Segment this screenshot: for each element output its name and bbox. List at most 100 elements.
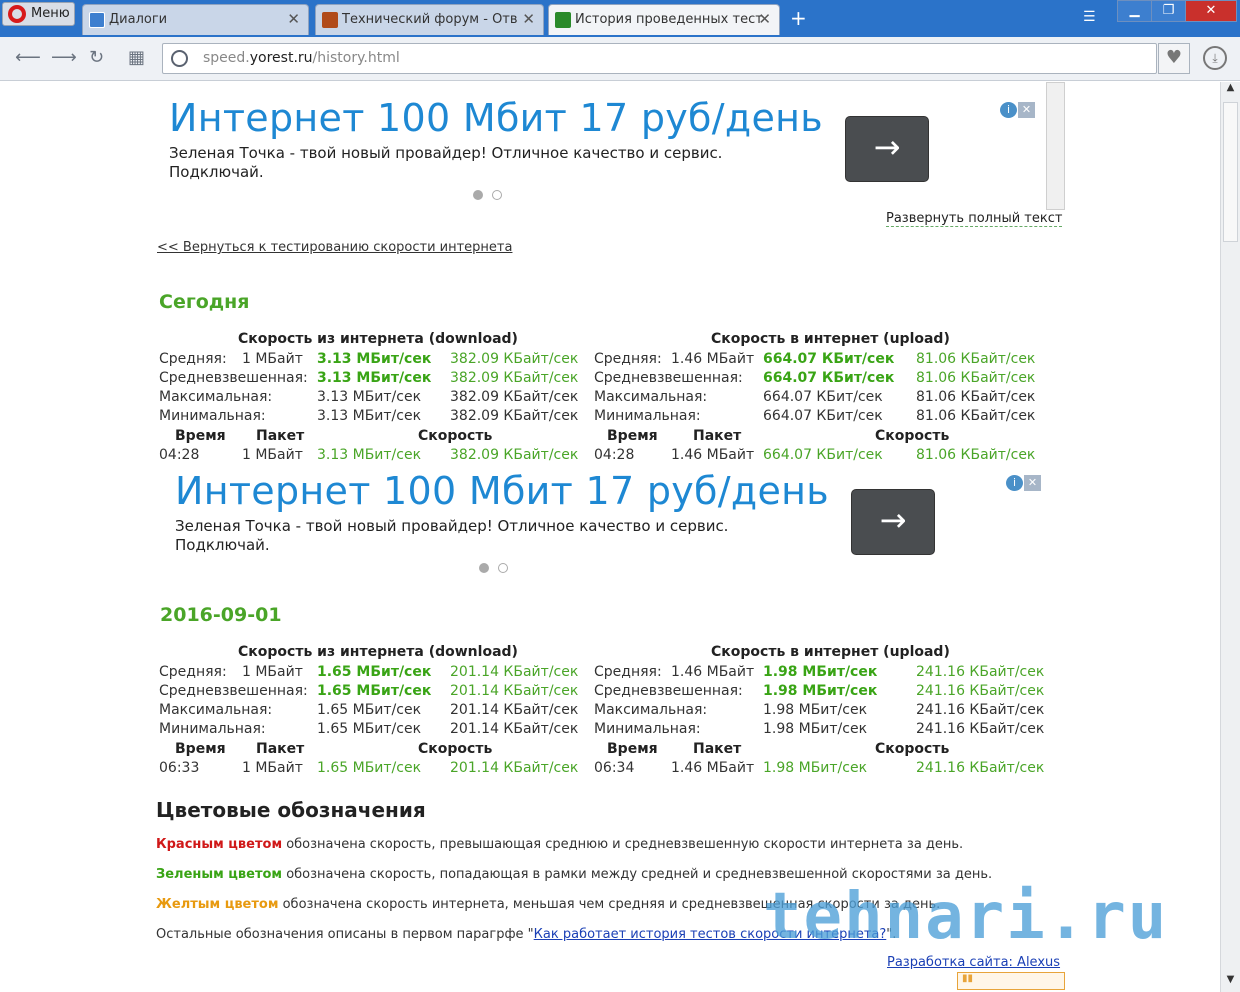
reload-icon[interactable]: ↻ <box>89 47 104 68</box>
tab-tech-forum[interactable]: Технический форум - Отв ✕ <box>315 4 544 35</box>
label-max: Максимальная: <box>159 702 273 718</box>
min-mbit: 664.07 КБит/сек <box>763 408 883 424</box>
label-max: Максимальная: <box>594 389 708 405</box>
min-mbit: 1.65 МБит/сек <box>317 721 422 737</box>
tab-dialogs[interactable]: Диалоги ✕ <box>82 4 309 35</box>
ad-go-arrow-button[interactable]: → <box>845 116 929 182</box>
ad-title[interactable]: Интернет 100 Мбит 17 руб/день <box>175 469 829 513</box>
ad-carousel-dots[interactable] <box>479 558 517 577</box>
wavg-kbyte: 241.16 КБайт/сек <box>916 683 1045 699</box>
min-mbit: 3.13 МБит/сек <box>317 408 422 424</box>
tab-speed-history[interactable]: История проведенных тест ✕ <box>548 4 780 35</box>
restore-icon[interactable]: ❐ <box>1151 0 1186 22</box>
speed-dial-grid-icon[interactable]: ▦ <box>128 47 145 68</box>
new-tab-button[interactable]: + <box>790 6 807 30</box>
label-wavg: Средневзвешенная: <box>159 683 308 699</box>
carousel-dot[interactable] <box>498 563 508 573</box>
expand-full-text-link[interactable]: Развернуть полный текст <box>886 211 1063 227</box>
wavg-kbyte: 201.14 КБайт/сек <box>450 683 579 699</box>
scroll-thumb[interactable] <box>1223 102 1238 242</box>
carousel-dot-active[interactable] <box>473 190 483 200</box>
opera-menu-button[interactable]: Меню <box>2 2 75 26</box>
close-tab-icon[interactable]: ✕ <box>758 5 771 34</box>
min-kbyte: 382.09 КБайт/сек <box>450 408 579 424</box>
legend-title: Цветовые обозначения <box>156 798 426 822</box>
wavg-kbyte: 382.09 КБайт/сек <box>450 370 579 386</box>
col-packet: Пакет <box>256 741 305 757</box>
wavg-mbit: 1.65 МБит/сек <box>317 683 432 699</box>
scroll-down-icon[interactable]: ▼ <box>1221 974 1240 992</box>
avg-packet: 1 МБайт <box>242 351 303 367</box>
ad-close-icon[interactable]: ✕ <box>1018 102 1035 118</box>
ad-title[interactable]: Интернет 100 Мбит 17 руб/день <box>169 96 823 140</box>
ad-badge[interactable]: i ✕ <box>1006 471 1044 491</box>
max-mbit: 664.07 КБит/сек <box>763 389 883 405</box>
ad-close-icon[interactable]: ✕ <box>1024 475 1041 491</box>
max-mbit: 1.98 МБит/сек <box>763 702 868 718</box>
label-min: Минимальная: <box>594 408 701 424</box>
max-kbyte: 81.06 КБайт/сек <box>916 389 1036 405</box>
col-time: Время <box>175 741 226 757</box>
max-kbyte: 241.16 КБайт/сек <box>916 702 1045 718</box>
label-min: Минимальная: <box>159 408 266 424</box>
carousel-dot-active[interactable] <box>479 563 489 573</box>
wavg-mbit: 664.07 КБит/сек <box>763 370 895 386</box>
tab-title: История проведенных тест <box>575 12 763 27</box>
close-window-icon[interactable]: ✕ <box>1185 0 1237 22</box>
ad-info-icon[interactable]: i <box>1006 475 1023 491</box>
avg-kbyte: 201.14 КБайт/сек <box>450 664 579 680</box>
ad-badge[interactable]: i ✕ <box>1000 98 1038 118</box>
label-max: Максимальная: <box>594 702 708 718</box>
tehnari-watermark: tehnari.ru <box>763 880 1169 954</box>
address-field[interactable]: speed.yorest.ru/history.html <box>162 43 1157 74</box>
menu-label: Меню <box>31 6 70 21</box>
scroll-up-icon[interactable]: ▲ <box>1221 82 1240 100</box>
tab-title: Диалоги <box>109 12 168 27</box>
url-text[interactable]: speed.yorest.ru/history.html <box>203 50 400 66</box>
counter-widget[interactable]: ▮▮ <box>957 972 1065 990</box>
ad-carousel-dots[interactable] <box>473 185 511 204</box>
heart-icon[interactable]: ♥ <box>1158 43 1190 74</box>
ad-info-icon[interactable]: i <box>1000 102 1017 118</box>
carousel-dot[interactable] <box>492 190 502 200</box>
row-kbyte: 382.09 КБайт/сек <box>450 447 579 463</box>
ad-scrollbar[interactable] <box>1046 82 1065 210</box>
section-title-today: Сегодня <box>159 291 250 313</box>
label-max: Максимальная: <box>159 389 273 405</box>
row-mbit: 664.07 КБит/сек <box>763 447 883 463</box>
back-to-speed-test-link[interactable]: << Вернуться к тестированию скорости инт… <box>157 240 512 255</box>
avg-kbyte: 241.16 КБайт/сек <box>916 664 1045 680</box>
row-packet: 1.46 МБайт <box>671 760 755 776</box>
col-speed: Скорость <box>418 428 493 444</box>
ad-go-arrow-button[interactable]: → <box>851 489 935 555</box>
ad-description: Зеленая Точка - твой новый провайдер! От… <box>169 144 723 181</box>
row-time: 04:28 <box>594 447 635 463</box>
tab-menu-icon[interactable]: ☰ <box>1083 9 1096 25</box>
history-clock-icon <box>171 50 188 67</box>
close-tab-icon[interactable]: ✕ <box>287 5 300 34</box>
label-min: Минимальная: <box>159 721 266 737</box>
col-speed: Скорость <box>418 741 493 757</box>
minimize-icon[interactable]: ▁ <box>1117 0 1152 22</box>
max-kbyte: 382.09 КБайт/сек <box>450 389 579 405</box>
page-scrollbar[interactable]: ▲ ▼ <box>1220 82 1240 992</box>
label-avg: Средняя: <box>594 664 662 680</box>
avg-mbit: 1.98 МБит/сек <box>763 664 878 680</box>
ad-block-top[interactable]: Интернет 100 Мбит 17 руб/день Зеленая То… <box>169 96 823 182</box>
row-packet: 1.46 МБайт <box>671 447 755 463</box>
col-packet: Пакет <box>693 741 742 757</box>
label-min: Минимальная: <box>594 721 701 737</box>
col-time: Время <box>607 428 658 444</box>
min-mbit: 1.98 МБит/сек <box>763 721 868 737</box>
tab-bar: Меню Диалоги ✕ Технический форум - Отв ✕… <box>0 0 1240 37</box>
download-icon[interactable]: ⤓ <box>1203 46 1227 70</box>
address-toolbar: ⟵ ⟶ ↻ ▦ speed.yorest.ru/history.html ♥ ⤓ <box>0 37 1240 81</box>
wavg-kbyte: 81.06 КБайт/сек <box>916 370 1036 386</box>
forum-favicon-icon <box>322 12 338 28</box>
avg-kbyte: 81.06 КБайт/сек <box>916 351 1036 367</box>
site-developer-link[interactable]: Разработка сайта: Alexus <box>887 955 1060 970</box>
close-tab-icon[interactable]: ✕ <box>522 5 535 34</box>
back-arrow-icon[interactable]: ⟵ <box>15 47 41 68</box>
forward-arrow-icon[interactable]: ⟶ <box>51 47 77 68</box>
ad-block-middle[interactable]: Интернет 100 Мбит 17 руб/день Зеленая То… <box>175 469 829 555</box>
